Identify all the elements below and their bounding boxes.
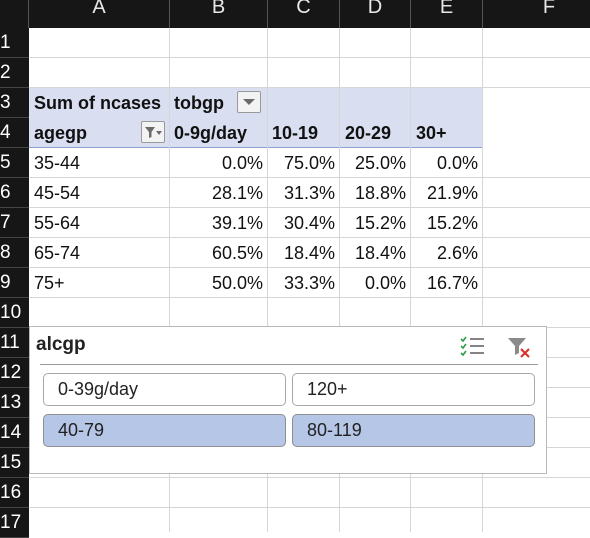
pivot-row-label[interactable]: 35-44 — [34, 148, 164, 178]
row-header-5[interactable]: 5 — [0, 148, 29, 178]
filter-dropdown-icon — [145, 127, 162, 138]
pivot-cell[interactable]: 15.2% — [411, 208, 478, 238]
slicer-item-40-79[interactable]: 40-79 — [43, 414, 286, 447]
slicer-item-120plus[interactable]: 120+ — [292, 373, 535, 406]
row-header-3[interactable]: 3 — [0, 88, 29, 118]
pivot-col-header-1[interactable]: 0-9g/day — [174, 118, 266, 148]
pivot-cell[interactable]: 18.4% — [340, 238, 406, 268]
column-header-c[interactable]: C — [268, 0, 340, 28]
row-header-7[interactable]: 7 — [0, 208, 29, 238]
pivot-col-header-4[interactable]: 30+ — [416, 118, 480, 148]
pivot-cell[interactable]: 28.1% — [170, 178, 263, 208]
row-field-filter-dropdown[interactable] — [141, 121, 165, 143]
row-header-12[interactable]: 12 — [0, 358, 29, 388]
column-header-a[interactable]: A — [29, 0, 170, 28]
slicer-item-80-119[interactable]: 80-119 — [292, 414, 535, 447]
pivot-cell[interactable]: 33.3% — [268, 268, 335, 298]
pivot-cell[interactable]: 15.2% — [340, 208, 406, 238]
multi-select-icon[interactable] — [460, 335, 486, 359]
pivot-row-label[interactable]: 55-64 — [34, 208, 164, 238]
pivot-row-label[interactable]: 45-54 — [34, 178, 164, 208]
row-header-13[interactable]: 13 — [0, 388, 29, 418]
column-header-e[interactable]: E — [411, 0, 483, 28]
pivot-cell[interactable]: 31.3% — [268, 178, 335, 208]
pivot-cell[interactable]: 18.8% — [340, 178, 406, 208]
pivot-cell[interactable]: 30.4% — [268, 208, 335, 238]
row-header-15[interactable]: 15 — [0, 448, 29, 478]
pivot-cell[interactable]: 25.0% — [340, 148, 406, 178]
row-header-8[interactable]: 8 — [0, 238, 29, 268]
clear-filter-icon[interactable] — [506, 335, 532, 359]
pivot-cell[interactable]: 2.6% — [411, 238, 478, 268]
row-header-2[interactable]: 2 — [0, 58, 29, 88]
pivot-col-header-3[interactable]: 20-29 — [345, 118, 409, 148]
row-header-14[interactable]: 14 — [0, 418, 29, 448]
column-header-b[interactable]: B — [170, 0, 268, 28]
chevron-down-icon — [243, 99, 255, 105]
alcgp-slicer[interactable]: alcgp 0-39g/day 120+ 40-79 80-119 — [29, 326, 547, 474]
slicer-item-0-39[interactable]: 0-39g/day — [43, 373, 286, 406]
pivot-row-field[interactable]: agegp — [34, 118, 134, 148]
row-header-4[interactable]: 4 — [0, 118, 29, 148]
pivot-cell[interactable]: 60.5% — [170, 238, 263, 268]
slicer-title: alcgp — [36, 334, 86, 355]
pivot-col-header-2[interactable]: 10-19 — [272, 118, 338, 148]
pivot-cell[interactable]: 75.0% — [268, 148, 335, 178]
pivot-cell[interactable]: 0.0% — [340, 268, 406, 298]
pivot-row-label[interactable]: 75+ — [34, 268, 164, 298]
pivot-cell[interactable]: 50.0% — [170, 268, 263, 298]
pivot-row-label[interactable]: 65-74 — [34, 238, 164, 268]
pivot-cell[interactable]: 0.0% — [411, 148, 478, 178]
row-header-16[interactable]: 16 — [0, 478, 29, 508]
slicer-divider — [40, 364, 538, 365]
row-header-17[interactable]: 17 — [0, 508, 29, 538]
column-field-dropdown[interactable] — [237, 91, 261, 113]
column-header-f[interactable]: F — [483, 0, 590, 28]
column-header-bar: A B C D E F — [0, 0, 590, 28]
row-header-1[interactable]: 1 — [0, 28, 29, 58]
row-header-11[interactable]: 11 — [0, 328, 29, 358]
row-header-6[interactable]: 6 — [0, 178, 29, 208]
pivot-cell[interactable]: 21.9% — [411, 178, 478, 208]
select-all-corner[interactable] — [0, 0, 29, 28]
column-header-d[interactable]: D — [340, 0, 411, 28]
pivot-value-field[interactable]: Sum of ncases — [34, 88, 169, 118]
pivot-cell[interactable]: 18.4% — [268, 238, 335, 268]
row-header-9[interactable]: 9 — [0, 268, 29, 298]
pivot-column-field[interactable]: tobgp — [174, 88, 234, 118]
pivot-cell[interactable]: 16.7% — [411, 268, 478, 298]
pivot-cell[interactable]: 39.1% — [170, 208, 263, 238]
row-header-10[interactable]: 10 — [0, 298, 29, 328]
pivot-cell[interactable]: 0.0% — [170, 148, 263, 178]
